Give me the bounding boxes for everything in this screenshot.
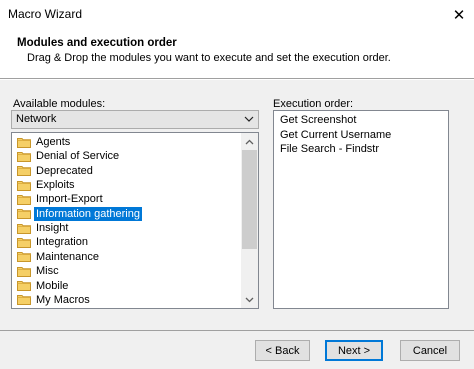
execution-item[interactable]: File Search - Findstr	[280, 143, 379, 155]
folder-icon	[17, 208, 31, 220]
tree-item-label: Import-Export	[36, 193, 103, 206]
next-button[interactable]: Next >	[325, 340, 383, 361]
tree-item[interactable]: Mobile	[17, 279, 70, 293]
folder-icon	[17, 137, 31, 148]
tree-item[interactable]: Import-Export	[17, 192, 105, 206]
tree-item[interactable]: Exploits	[17, 178, 77, 192]
folder-icon	[17, 280, 31, 291]
tree-item-label: Deprecated	[36, 164, 93, 177]
cancel-button[interactable]: Cancel	[400, 340, 460, 361]
tree-item[interactable]: Denial of Service	[17, 149, 121, 163]
folder-icon	[17, 251, 31, 263]
tree-item-label: My Macros	[36, 293, 90, 306]
tree-scrollbar[interactable]	[241, 133, 258, 308]
window-title: Macro Wizard	[8, 7, 83, 21]
execution-order-list[interactable]: Get Screenshot Get Current Username File S…	[273, 110, 449, 309]
title-bar: Macro Wizard ✕	[0, 0, 474, 30]
scrollbar-thumb[interactable]	[242, 150, 257, 249]
tree-item[interactable]: Integration	[17, 235, 90, 249]
tree-item[interactable]: Maintenance	[17, 250, 101, 264]
category-dropdown-value: Network	[16, 113, 57, 125]
folder-icon	[17, 223, 31, 234]
tree-item-label: Denial of Service	[36, 150, 120, 163]
tree-item-label: Agents	[36, 136, 71, 148]
folder-icon	[17, 294, 31, 306]
tree-item-label: Insight	[36, 222, 69, 235]
tree-item-label: Integration	[36, 236, 88, 249]
folder-icon	[17, 180, 31, 191]
tree-item[interactable]: Deprecated	[17, 164, 95, 178]
page-subtitle: Drag & Drop the modules you want to exec…	[27, 52, 391, 64]
tree-item-label: Maintenance	[36, 250, 99, 263]
tree-item-label: Mobile	[36, 279, 69, 292]
execution-item[interactable]: Get Current Username	[280, 129, 391, 141]
module-tree[interactable]: Agents Denial of Service Deprecated Exploit…	[11, 132, 259, 309]
tree-item[interactable]: My Macros	[17, 293, 92, 307]
scroll-down-icon[interactable]	[241, 291, 258, 308]
tree-item[interactable]: Agents	[17, 135, 72, 149]
tree-item-label: Misc	[36, 265, 59, 278]
page-title: Modules and execution order	[17, 37, 177, 49]
tree-item[interactable]: Insight	[17, 221, 70, 235]
available-modules-label: Available modules:	[13, 98, 106, 110]
folder-icon	[17, 266, 31, 277]
folder-icon	[17, 237, 31, 248]
tree-item[interactable]: Information gathering	[17, 206, 142, 221]
tree-item[interactable]: Misc	[17, 264, 61, 278]
tree-item-label: Information gathering	[34, 206, 142, 221]
execution-item[interactable]: Get Screenshot	[280, 114, 356, 126]
folder-icon	[17, 151, 31, 162]
tree-item-label: Exploits	[36, 179, 75, 192]
chevron-down-icon	[243, 112, 255, 126]
execution-order-label: Execution order:	[273, 98, 354, 110]
back-button[interactable]: < Back	[255, 340, 310, 361]
scroll-up-icon[interactable]	[241, 133, 258, 150]
wizard-header: Modules and execution order Drag & Drop …	[0, 30, 474, 78]
close-icon[interactable]: ✕	[444, 0, 474, 30]
folder-icon	[17, 165, 31, 177]
category-dropdown[interactable]: Network	[11, 110, 259, 129]
folder-icon	[17, 194, 31, 205]
